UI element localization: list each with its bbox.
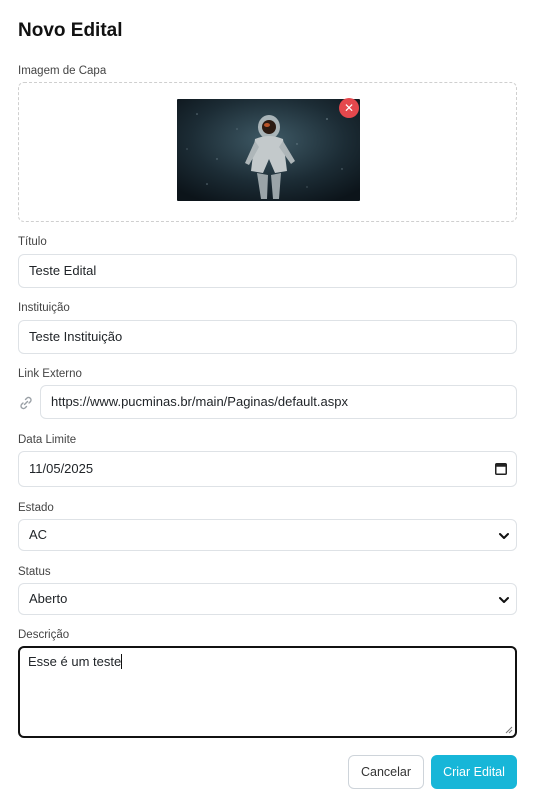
link-label: Link Externo <box>18 368 82 380</box>
titulo-label: Título <box>18 236 47 248</box>
data-limite-label: Data Limite <box>18 434 77 446</box>
status-select[interactable]: Aberto <box>18 583 517 615</box>
cover-dropzone[interactable]: ✕ <box>18 82 517 222</box>
descricao-textarea[interactable]: Esse é um teste <box>18 646 517 738</box>
modal-title: Novo Edital <box>18 20 123 41</box>
resize-grip-icon[interactable] <box>505 726 513 734</box>
create-edital-button[interactable]: Criar Edital <box>431 755 517 789</box>
text-caret <box>121 654 123 669</box>
estado-select[interactable]: AC <box>18 519 517 551</box>
new-edital-modal: Novo Edital Imagem de Capa ✕ Título Test… <box>0 0 534 806</box>
remove-image-button[interactable]: ✕ <box>339 98 359 118</box>
instituicao-label: Instituição <box>18 302 70 314</box>
chevron-down-icon <box>499 533 509 539</box>
descricao-value: Esse é um teste <box>28 654 122 669</box>
link-icon <box>20 396 32 410</box>
calendar-icon[interactable] <box>495 462 507 475</box>
titulo-input[interactable]: Teste Edital <box>18 254 517 288</box>
instituicao-input[interactable]: Teste Instituição <box>18 320 517 354</box>
cover-image-preview <box>177 99 360 201</box>
estado-value: AC <box>29 527 48 542</box>
estado-label: Estado <box>18 502 54 514</box>
chevron-down-icon <box>499 597 509 603</box>
cancel-button[interactable]: Cancelar <box>348 755 424 789</box>
status-label: Status <box>18 566 51 578</box>
link-input[interactable]: https://www.pucminas.br/main/Paginas/def… <box>40 385 517 419</box>
status-value: Aberto <box>29 591 68 606</box>
descricao-label: Descrição <box>18 629 70 641</box>
close-icon: ✕ <box>343 101 355 115</box>
data-limite-input[interactable]: 11/05/2025 <box>18 451 517 487</box>
cover-label: Imagem de Capa <box>18 65 107 77</box>
data-limite-value: 11/05/2025 <box>29 461 94 476</box>
